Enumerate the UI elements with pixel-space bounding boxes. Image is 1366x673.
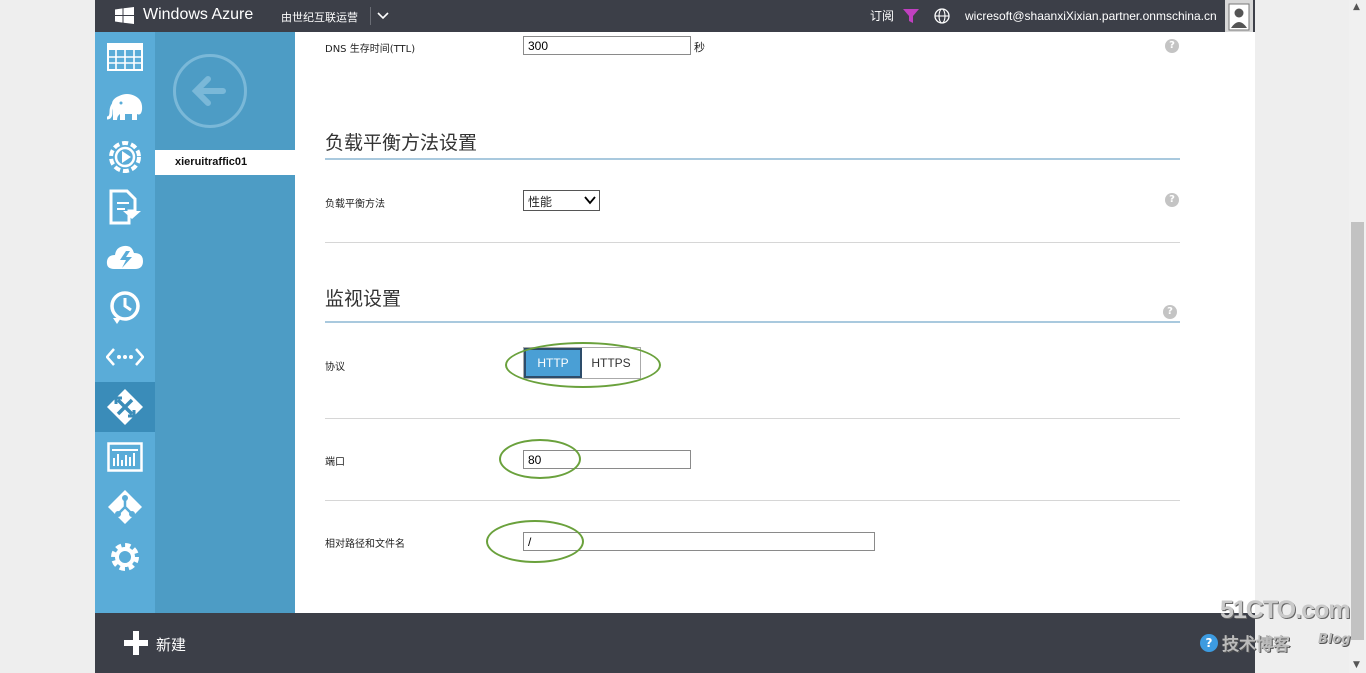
nav-item-management-services[interactable] (95, 432, 155, 482)
user-avatar-icon (1228, 3, 1250, 31)
globe-icon[interactable] (934, 8, 950, 24)
port-input[interactable] (523, 450, 691, 469)
windows-logo-icon (115, 7, 134, 24)
lb-section-title: 负载平衡方法设置 (325, 132, 478, 154)
divider (325, 500, 1180, 501)
dashboard-icon (107, 442, 143, 472)
watermark-blog: Blog (1318, 632, 1351, 647)
nav-item-storsimple[interactable] (95, 182, 155, 232)
nav-item-hdinsight[interactable] (95, 82, 155, 132)
protocol-toggle[interactable]: HTTP HTTPS (523, 347, 641, 379)
clock-arrow-icon (110, 291, 140, 324)
divider (325, 418, 1180, 419)
back-arrow-icon (191, 76, 226, 106)
lb-method-value: 性能 (528, 195, 553, 209)
watermark: 51CTO.com 技术博客 Blog (1220, 596, 1351, 656)
protocol-option-https[interactable]: HTTPS (582, 348, 640, 378)
header-divider (370, 7, 371, 25)
subnav-item-selected[interactable]: xieruitraffic01 (155, 150, 295, 175)
scroll-down-icon[interactable]: ▼ (1353, 660, 1360, 670)
plus-icon[interactable] (123, 630, 149, 656)
top-bar: Windows Azure 由世纪互联运营 订阅 wicresoft@shaan… (95, 0, 1255, 32)
nav-item-media-services[interactable] (95, 132, 155, 182)
code-dots-icon (106, 348, 144, 366)
divider (325, 242, 1180, 243)
port-label: 端口 (325, 457, 345, 468)
path-input[interactable] (523, 532, 875, 551)
nav-item-networks[interactable] (95, 332, 155, 382)
sub-panel: xieruitraffic01 (155, 32, 295, 613)
directory-icon (108, 490, 142, 524)
avatar[interactable] (1225, 0, 1253, 32)
subscriptions-link[interactable]: 订阅 (870, 7, 894, 24)
dns-ttl-help-icon[interactable]: ? (1165, 39, 1179, 53)
nav-rail (95, 32, 155, 613)
watermark-tagline: 技术博客 (1222, 635, 1290, 655)
nav-item-all-items[interactable] (95, 32, 155, 82)
main-content: DNS 生存时间(TTL) 秒 ? 负载平衡方法设置 负载平衡方法 性能 ? 监… (295, 32, 1255, 613)
monitor-section-title: 监视设置 (325, 288, 402, 310)
nav-item-recovery-services[interactable] (95, 282, 155, 332)
elephant-icon (106, 94, 143, 120)
user-email[interactable]: wicresoft@shaanxiXixian.partner.onmschin… (965, 9, 1217, 23)
protocol-option-http[interactable]: HTTP (524, 348, 582, 378)
back-button[interactable] (173, 54, 247, 128)
gear-icon (111, 543, 139, 571)
protocol-label: 协议 (325, 362, 345, 373)
traffic-manager-icon (107, 389, 143, 425)
brand-name[interactable]: Windows Azure (143, 6, 253, 24)
nav-item-cloud-services[interactable] (95, 232, 155, 282)
page-scrollbar[interactable]: ▲ ▼ (1349, 0, 1366, 673)
monitor-help-icon[interactable]: ? (1163, 305, 1177, 319)
watermark-site: 51CTO.com (1220, 596, 1350, 624)
scroll-thumb[interactable] (1351, 222, 1364, 640)
cloud-icon (106, 245, 143, 269)
chevron-down-icon (584, 196, 596, 205)
dns-ttl-input[interactable] (523, 36, 691, 55)
dns-ttl-unit: 秒 (694, 41, 705, 54)
lb-method-help-icon[interactable]: ? (1165, 193, 1179, 207)
play-gear-icon (109, 141, 141, 173)
filter-funnel-icon[interactable] (903, 9, 919, 23)
chevron-down-icon[interactable] (376, 10, 390, 22)
dns-ttl-label: DNS 生存时间(TTL) (325, 44, 416, 55)
lb-section-underline (325, 158, 1180, 160)
operator-label: 由世纪互联运营 (281, 11, 358, 24)
lb-method-select[interactable]: 性能 (523, 190, 600, 211)
import-export-icon (109, 189, 141, 225)
new-button[interactable]: 新建 (156, 634, 186, 655)
nav-item-active-directory[interactable] (95, 482, 155, 532)
monitor-section-underline (325, 321, 1180, 323)
grid-icon (107, 43, 143, 71)
path-label: 相对路径和文件名 (325, 539, 405, 550)
command-bar: 新建 ? (95, 613, 1255, 673)
nav-item-traffic-manager[interactable] (95, 382, 155, 432)
scroll-up-icon[interactable]: ▲ (1353, 2, 1360, 12)
help-icon[interactable]: ? (1200, 634, 1218, 652)
nav-item-settings[interactable] (95, 532, 155, 582)
lb-method-label: 负载平衡方法 (325, 199, 385, 210)
